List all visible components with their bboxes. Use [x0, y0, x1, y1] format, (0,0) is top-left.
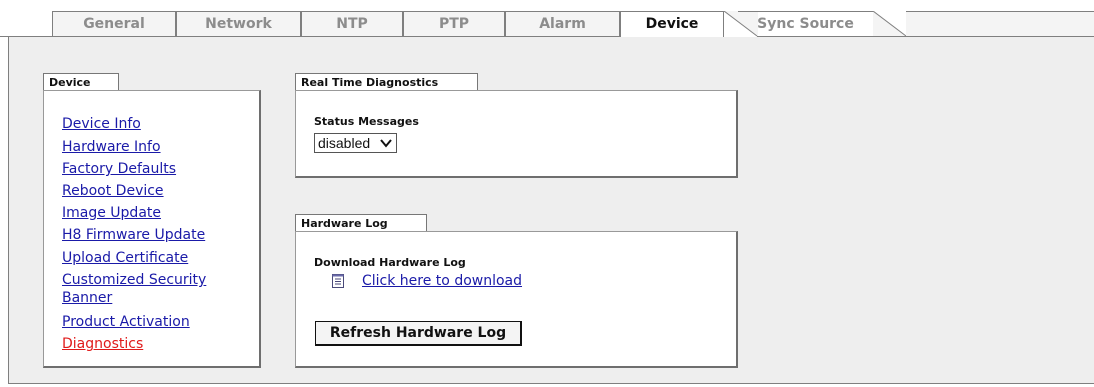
nav-h8-firmware-update[interactable]: H8 Firmware Update	[62, 227, 205, 243]
tab-ptp[interactable]: PTP	[403, 11, 505, 36]
device-menu-title: Device	[43, 73, 119, 91]
tab-bar-filler	[906, 11, 1094, 37]
tab-sync-source-slant	[873, 11, 907, 37]
nav-product-activation[interactable]: Product Activation	[62, 314, 190, 330]
nav-diagnostics[interactable]: Diagnostics	[62, 336, 143, 352]
status-messages-label: Status Messages	[314, 115, 419, 128]
nav-hardware-info[interactable]: Hardware Info	[62, 139, 161, 155]
tab-bar: General Network NTP PTP Alarm Device Syn…	[0, 0, 1094, 38]
status-messages-value: disabled	[318, 135, 371, 151]
tab-alarm[interactable]: Alarm	[505, 11, 620, 36]
download-hardware-log-label: Download Hardware Log	[314, 256, 466, 269]
refresh-hardware-log-button[interactable]: Refresh Hardware Log	[315, 321, 522, 346]
nav-factory-defaults[interactable]: Factory Defaults	[62, 161, 176, 177]
realtime-diagnostics-title: Real Time Diagnostics	[295, 73, 478, 91]
nav-image-update[interactable]: Image Update	[62, 205, 161, 221]
tab-general[interactable]: General	[52, 11, 176, 36]
nav-customized-security-banner-line2[interactable]: Banner	[62, 290, 112, 306]
nav-reboot-device[interactable]: Reboot Device	[62, 183, 164, 199]
tab-device[interactable]: Device	[620, 11, 724, 38]
document-icon	[332, 274, 344, 288]
nav-device-info[interactable]: Device Info	[62, 116, 141, 132]
hardware-log-box	[295, 231, 738, 368]
download-hardware-log-link[interactable]: Click here to download	[362, 273, 522, 289]
tab-sync-source[interactable]: Sync Source	[738, 11, 874, 36]
nav-upload-certificate[interactable]: Upload Certificate	[62, 250, 188, 266]
nav-customized-security-banner[interactable]: Customized Security	[62, 272, 206, 288]
tab-network[interactable]: Network	[176, 11, 301, 36]
status-messages-select[interactable]: disabled	[314, 133, 397, 153]
chevron-down-icon	[380, 139, 392, 148]
hardware-log-title: Hardware Log	[295, 214, 427, 232]
tab-ntp[interactable]: NTP	[301, 11, 403, 36]
